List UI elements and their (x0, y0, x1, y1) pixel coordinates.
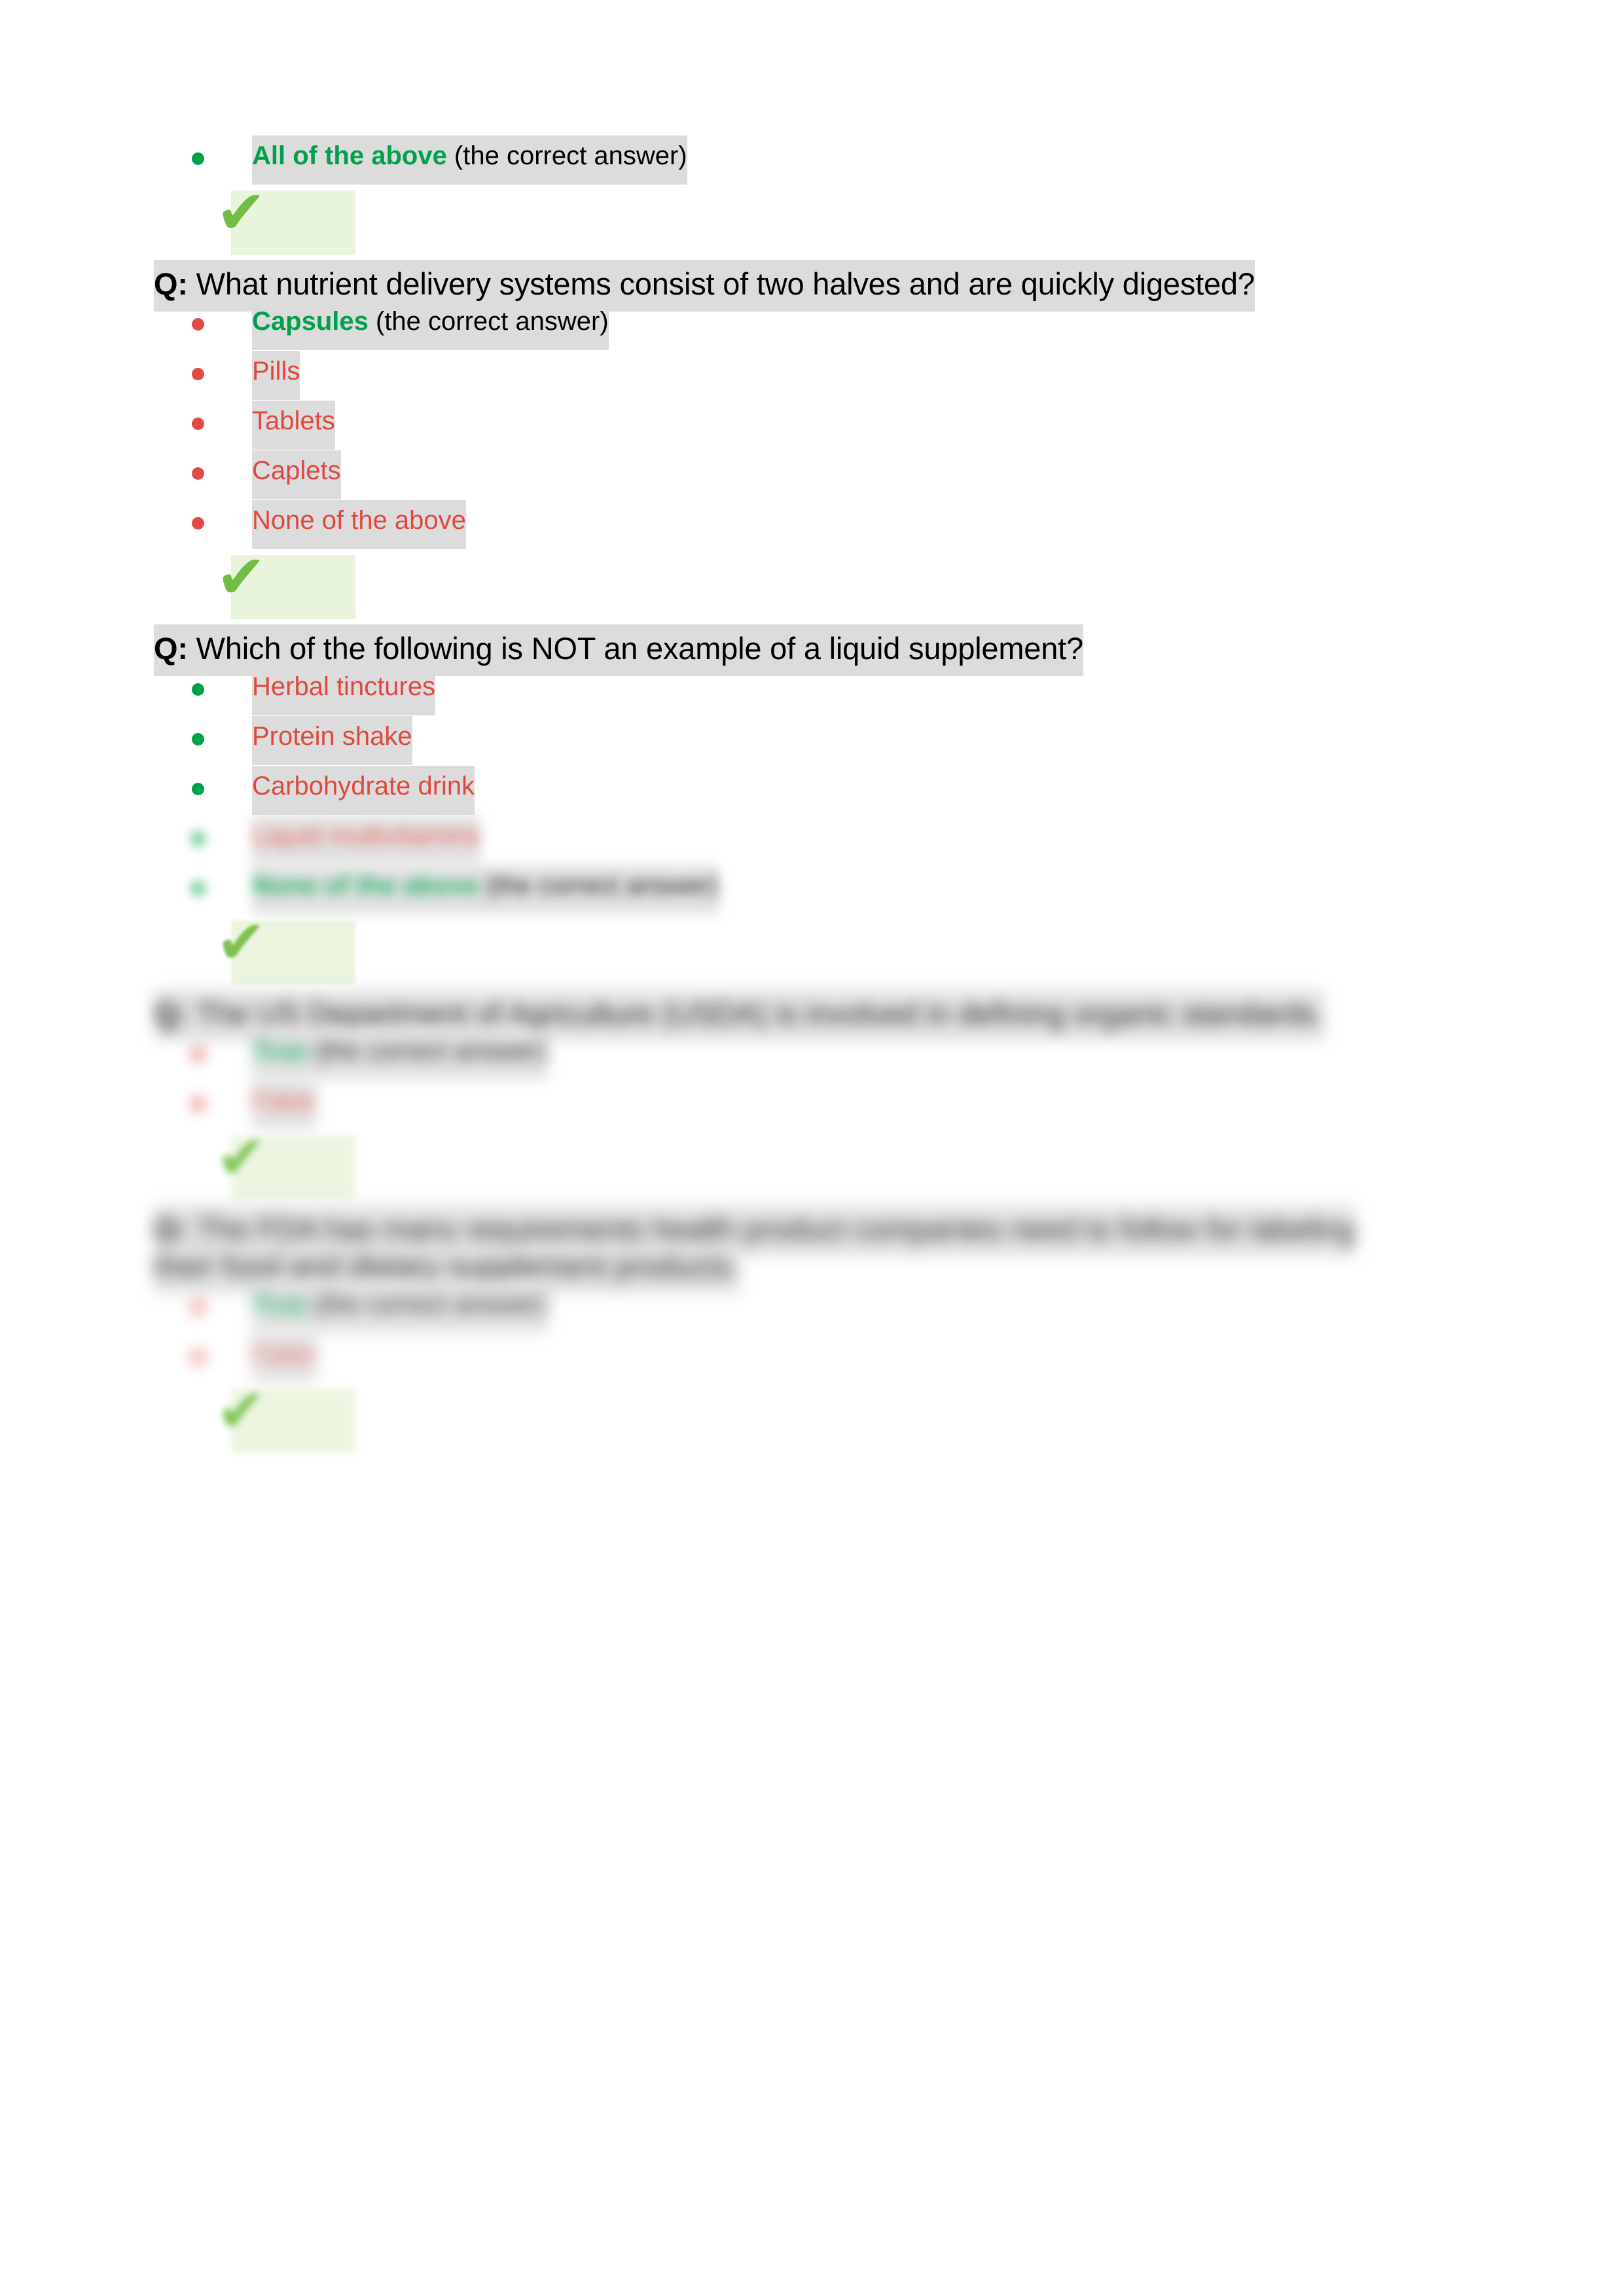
bullet-icon (192, 318, 204, 331)
option-text: Tablets (252, 401, 335, 450)
checkmark-2: ✔ (154, 547, 1398, 627)
bullet-icon (192, 1300, 204, 1314)
document-page: All of the above (the correct answer) ✔ Q:… (0, 0, 1624, 2296)
question-4: Q: The US Department of Agriculture (USD… (154, 989, 1398, 1130)
question-2: Q: What nutrient delivery systems consis… (154, 260, 1398, 550)
question-prefix: Q: (154, 996, 196, 1031)
option-label: Tablets (252, 406, 335, 436)
option-row[interactable]: None of the above (154, 500, 1398, 550)
checkmark-5: ✔ (154, 1380, 1398, 1461)
bullet-icon (192, 832, 204, 845)
option-text: None of the above (252, 500, 466, 550)
option-list: Herbal tinctures Protein shake Carbohydrat… (154, 666, 1398, 914)
bullet-icon (192, 782, 204, 795)
option-label: Liquid multivitamins (252, 821, 481, 850)
bullet-icon (192, 1350, 204, 1363)
question-text: Q: What nutrient delivery systems consis… (154, 260, 1398, 312)
option-text: True (the correct answer) (252, 1030, 548, 1080)
question-3: Q: Which of the following is NOT an exam… (154, 624, 1398, 914)
question-5: Q: The FDA has many requirements health … (154, 1204, 1398, 1383)
option-label: Pills (252, 357, 300, 386)
option-label: Carbohydrate drink (252, 771, 475, 800)
bullet-icon (192, 1097, 204, 1110)
option-row[interactable]: Pills (154, 351, 1398, 401)
question-prefix: Q: (154, 1211, 196, 1246)
checkmark-3: ✔ (154, 912, 1398, 992)
option-text: Capsules (the correct answer) (252, 301, 609, 351)
option-text: Herbal tinctures (252, 666, 436, 715)
option-row[interactable]: Herbal tinctures (154, 666, 1398, 715)
question-body: The FDA has many requirements health pro… (154, 1211, 1356, 1284)
correct-answer-note: (the correct answer) (478, 870, 719, 900)
option-label: False (252, 1339, 316, 1369)
option-row[interactable]: Liquid multivitamins (154, 815, 1398, 865)
option-text: All of the above (the correct answer) (252, 135, 687, 185)
option-row[interactable]: Capsules (the correct answer) (154, 301, 1398, 351)
option-text: True (the correct answer) (252, 1283, 548, 1333)
bullet-icon (192, 467, 204, 480)
option-text: Caplets (252, 450, 341, 500)
option-row[interactable]: False (154, 1333, 1398, 1383)
option-text: Liquid multivitamins (252, 815, 481, 865)
question-prefix: Q: (154, 631, 196, 666)
option-label-correct: True (252, 1036, 308, 1066)
option-row[interactable]: None of the above (the correct answer) (154, 865, 1398, 914)
question-prefix: Q: (154, 266, 196, 301)
bullet-icon (192, 152, 204, 165)
option-row[interactable]: Caplets (154, 450, 1398, 500)
question-body: Which of the following is NOT an example… (196, 631, 1083, 666)
check-icon: ✔ (216, 177, 267, 247)
bullet-icon (192, 732, 204, 745)
correct-answer-note: (the correct answer) (368, 307, 609, 336)
question-text: Q: The US Department of Agriculture (USD… (154, 989, 1398, 1041)
option-text: Pills (252, 351, 300, 401)
correct-answer-note: (the correct answer) (307, 1036, 548, 1066)
bullet-icon (192, 1047, 204, 1060)
question-text: Q: The FDA has many requirements health … (154, 1204, 1398, 1295)
option-text: Carbohydrate drink (252, 765, 475, 815)
correct-answer-note: (the correct answer) (446, 141, 687, 170)
option-label: False (252, 1086, 316, 1115)
quiz-content: All of the above (the correct answer) ✔ Q:… (154, 135, 1398, 1463)
option-label: None of the above (252, 506, 466, 535)
option-label-correct: All of the above (252, 141, 447, 170)
checkmark-4: ✔ (154, 1127, 1398, 1208)
question-text: Q: Which of the following is NOT an exam… (154, 624, 1398, 677)
option-list: All of the above (the correct answer) (154, 135, 1398, 185)
option-label-correct: None of the above (252, 870, 479, 900)
option-row[interactable]: All of the above (the correct answer) (154, 135, 1398, 185)
bullet-icon (192, 418, 204, 431)
correct-answer-note: (the correct answer) (307, 1289, 548, 1319)
option-text: False (252, 1080, 316, 1130)
option-label: Protein shake (252, 721, 412, 751)
option-label: Caplets (252, 456, 341, 486)
option-row[interactable]: Protein shake (154, 715, 1398, 765)
option-row[interactable]: Tablets (154, 401, 1398, 450)
option-row[interactable]: True (the correct answer) (154, 1283, 1398, 1333)
option-text: Protein shake (252, 715, 412, 765)
bullet-icon (192, 882, 204, 895)
question-body: What nutrient delivery systems consist o… (196, 266, 1255, 301)
option-list: Capsules (the correct answer) Pills Tablet… (154, 301, 1398, 550)
check-icon: ✔ (216, 542, 267, 613)
check-icon: ✔ (216, 1375, 267, 1446)
option-label-correct: Capsules (252, 307, 369, 336)
check-icon: ✔ (216, 906, 267, 977)
bullet-icon (192, 683, 204, 696)
option-row[interactable]: False (154, 1080, 1398, 1130)
check-icon: ✔ (216, 1122, 267, 1193)
bullet-icon (192, 517, 204, 530)
option-text: False (252, 1333, 316, 1383)
option-list: True (the correct answer) False (154, 1030, 1398, 1130)
question-body: The US Department of Agriculture (USDA) … (196, 996, 1325, 1031)
option-label-correct: True (252, 1289, 308, 1319)
option-row[interactable]: Carbohydrate drink (154, 765, 1398, 815)
option-text: None of the above (the correct answer) (252, 865, 719, 914)
option-row[interactable]: True (the correct answer) (154, 1030, 1398, 1080)
checkmark-1: ✔ (154, 183, 1398, 262)
bullet-icon (192, 368, 204, 381)
option-list: True (the correct answer) False (154, 1283, 1398, 1383)
option-label: Herbal tinctures (252, 672, 436, 701)
